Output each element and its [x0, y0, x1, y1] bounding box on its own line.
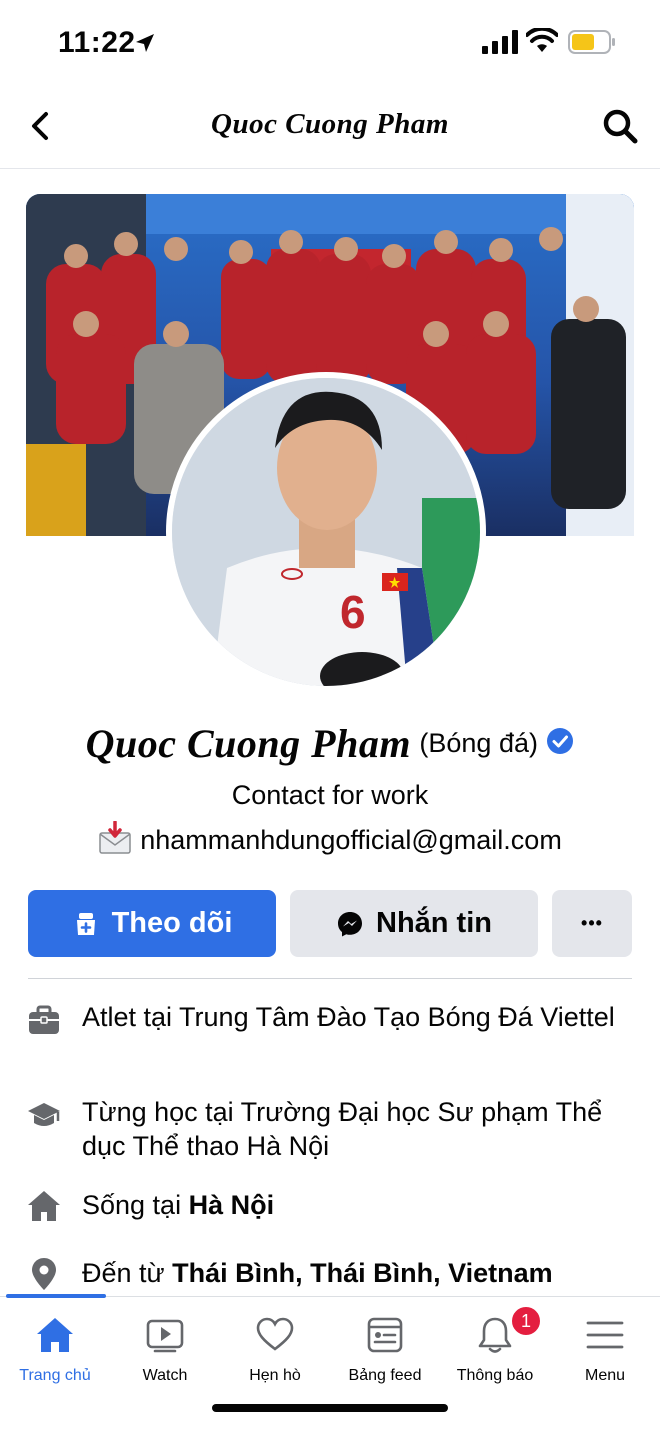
bell-icon	[478, 1317, 512, 1353]
info-from-prefix: Đến từ	[82, 1258, 173, 1288]
follow-button[interactable]: Theo dõi	[28, 890, 276, 957]
info-from-place[interactable]: Thái Bình, Thái Bình, Vietnam	[172, 1258, 553, 1288]
avatar-image: 6	[172, 378, 480, 686]
svg-text:6: 6	[340, 586, 366, 638]
tab-notifications-label: Thông báo	[456, 1367, 534, 1384]
profile-name-row: Quoc Cuong Pham (Bóng đá)	[0, 720, 660, 767]
tab-watch[interactable]: Watch	[110, 1297, 220, 1387]
wifi-icon	[526, 28, 558, 52]
feed-icon	[367, 1317, 403, 1353]
tab-notifications[interactable]: 1 Thông báo	[440, 1297, 550, 1387]
bio-line: Contact for work	[231, 780, 429, 810]
home-icon	[28, 1191, 60, 1221]
more-options-button[interactable]: •••	[552, 890, 632, 957]
location-pin-icon	[32, 1258, 56, 1290]
location-arrow-icon	[136, 34, 154, 52]
status-time: 11:22	[58, 26, 136, 59]
verified-badge-icon	[547, 727, 574, 754]
tab-dating[interactable]: Hẹn hò	[220, 1297, 330, 1387]
tab-feed-label: Bảng feed	[348, 1367, 422, 1384]
tab-home-label: Trang chủ	[19, 1367, 91, 1384]
graduation-cap-icon	[28, 1103, 60, 1126]
message-button[interactable]: Nhắn tin	[290, 890, 538, 957]
more-icon: •••	[581, 913, 603, 933]
cellular-signal-icon	[482, 30, 518, 54]
search-icon[interactable]	[600, 106, 640, 146]
menu-icon	[586, 1321, 624, 1349]
home-indicator	[212, 1404, 448, 1412]
notification-badge: 1	[510, 1305, 542, 1337]
tab-dating-label: Hẹn hò	[249, 1367, 301, 1384]
header: Quoc Cuong Pham	[0, 90, 660, 169]
tab-feed[interactable]: Bảng feed	[330, 1297, 440, 1387]
info-work-text: Atlet tại Trung Tâm Đào Tạo Bóng Đá Viet…	[82, 1002, 615, 1032]
profile-avatar[interactable]: 6	[166, 372, 486, 692]
info-lives-text: Sống tại Hà Nội	[82, 1188, 632, 1222]
info-education-text: Từng học tại Trường Đại học Sư phạm Thể …	[82, 1097, 603, 1161]
page-title: Quoc Cuong Pham	[211, 108, 449, 140]
message-button-label: Nhắn tin	[376, 907, 492, 939]
bio-email: nhammanhdungofficial@gmail.com	[140, 825, 562, 856]
heart-icon	[256, 1317, 294, 1351]
briefcase-icon	[29, 1005, 59, 1034]
battery-icon	[568, 30, 615, 54]
tab-home[interactable]: Trang chủ	[0, 1297, 110, 1387]
info-lives-prefix: Sống tại	[82, 1190, 189, 1220]
info-from-text: Đến từ Thái Bình, Thái Bình, Vietnam	[82, 1256, 632, 1290]
profile-name: Quoc Cuong Pham	[85, 721, 411, 766]
watch-icon	[146, 1319, 184, 1353]
tab-menu[interactable]: Menu	[550, 1297, 660, 1387]
incoming-envelope-icon	[99, 821, 131, 854]
info-lives-place[interactable]: Hà Nội	[189, 1190, 275, 1220]
bio-email-line: nhammanhdungofficial@gmail.com	[0, 821, 660, 859]
status-bar: 11:22	[0, 0, 660, 90]
follow-button-label: Theo dõi	[111, 907, 233, 939]
follow-icon	[76, 912, 95, 935]
back-arrow-icon[interactable]	[26, 108, 58, 144]
tab-watch-label: Watch	[142, 1367, 188, 1384]
divider	[28, 978, 632, 979]
tab-menu-label: Menu	[584, 1367, 626, 1384]
messenger-icon	[338, 911, 362, 936]
home-icon	[37, 1318, 73, 1352]
profile-category: (Bóng đá)	[419, 728, 538, 758]
